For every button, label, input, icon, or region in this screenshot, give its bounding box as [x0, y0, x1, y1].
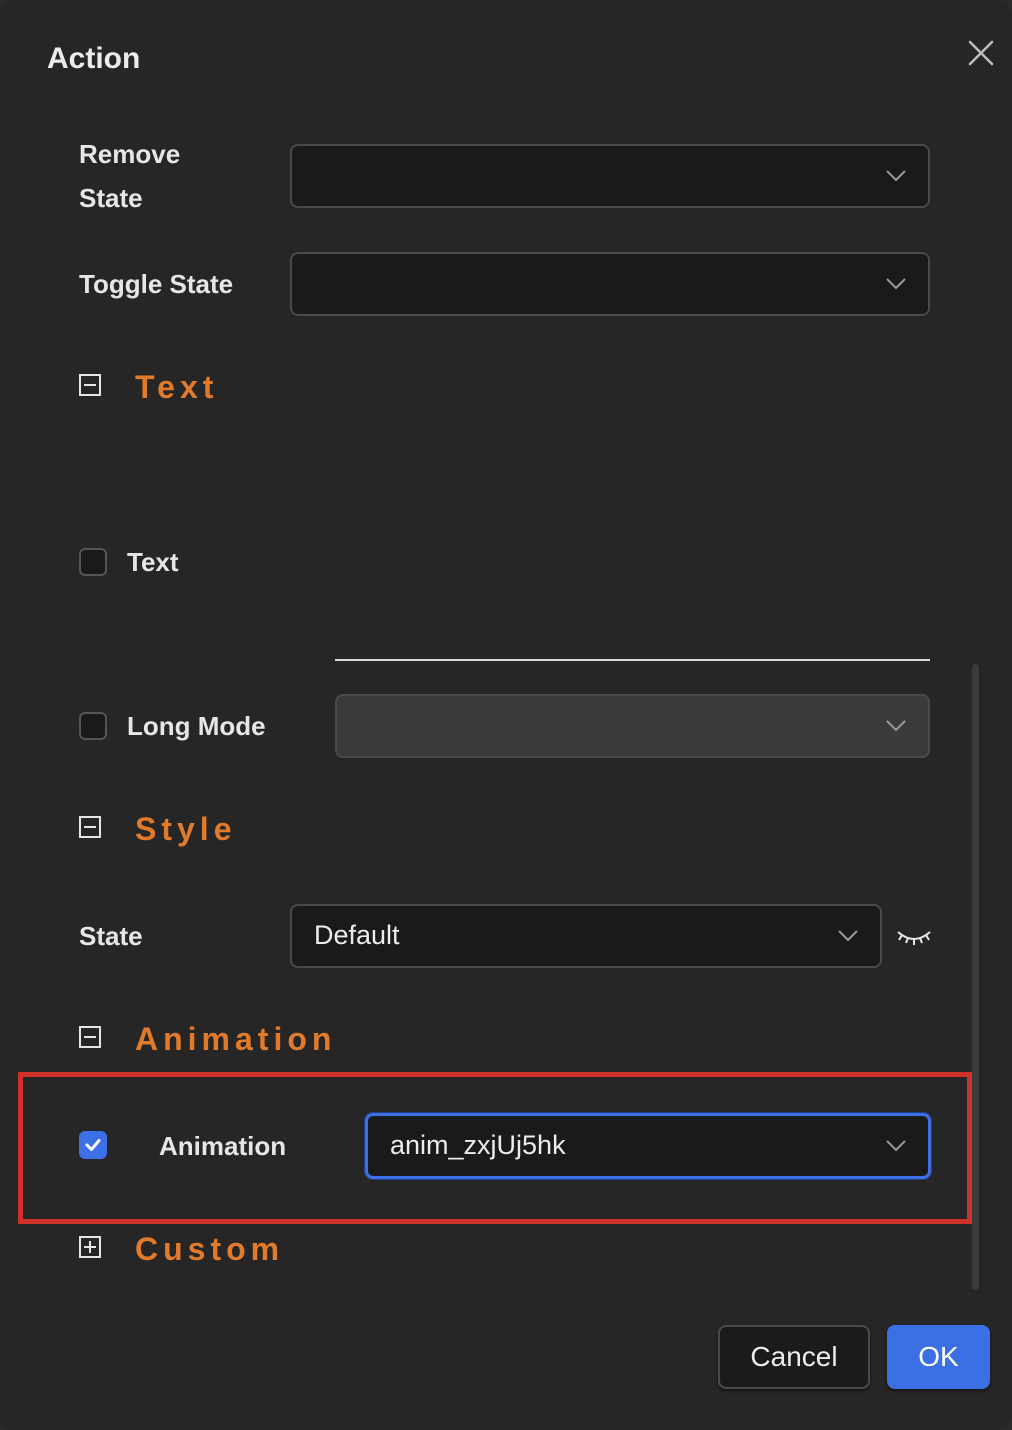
- action-dialog: Action Remove State Toggle State Text Te…: [0, 0, 1012, 1430]
- text-checkbox-label: Text: [127, 547, 179, 577]
- cancel-button[interactable]: Cancel: [718, 1325, 870, 1389]
- toggle-state-label: Toggle State: [79, 269, 234, 299]
- collapse-animation-section-icon[interactable]: [79, 1026, 101, 1048]
- collapse-text-section-icon[interactable]: [79, 374, 101, 396]
- chevron-down-icon: [886, 278, 906, 290]
- section-title-animation: Animation: [135, 1021, 337, 1057]
- section-title-style: Style: [135, 811, 237, 847]
- animation-select[interactable]: anim_zxjUj5hk: [365, 1113, 931, 1179]
- chevron-down-icon: [886, 170, 906, 182]
- section-title-text: Text: [135, 369, 219, 405]
- check-icon: [85, 1139, 101, 1151]
- state-value: Default: [314, 920, 400, 950]
- animation-value: anim_zxjUj5hk: [390, 1130, 566, 1160]
- chevron-down-icon: [886, 1140, 906, 1152]
- remove-state-label-line2: State: [79, 183, 143, 213]
- state-label: State: [79, 921, 143, 951]
- toggle-state-select[interactable]: [290, 252, 930, 316]
- dialog-title: Action: [47, 42, 141, 75]
- chevron-down-icon: [838, 930, 858, 942]
- animation-checkbox[interactable]: [79, 1131, 107, 1159]
- expand-custom-section-icon[interactable]: [79, 1236, 101, 1258]
- remove-state-select[interactable]: [290, 144, 930, 208]
- long-mode-select[interactable]: [335, 694, 930, 758]
- state-select[interactable]: Default: [290, 904, 882, 968]
- text-checkbox[interactable]: [79, 548, 107, 576]
- remove-state-label: Remove State: [79, 132, 180, 220]
- section-title-custom: Custom: [135, 1231, 285, 1267]
- text-input-underline[interactable]: [335, 659, 930, 661]
- ok-button[interactable]: OK: [887, 1325, 990, 1389]
- chevron-down-icon: [886, 720, 906, 732]
- animation-label: Animation: [159, 1131, 287, 1161]
- long-mode-label: Long Mode: [127, 711, 266, 741]
- remove-state-label-line1: Remove: [79, 139, 181, 169]
- eye-closed-icon[interactable]: [896, 924, 932, 948]
- collapse-style-section-icon[interactable]: [79, 816, 101, 838]
- long-mode-checkbox[interactable]: [79, 712, 107, 740]
- scrollbar[interactable]: [972, 664, 979, 1290]
- close-icon[interactable]: [964, 36, 998, 70]
